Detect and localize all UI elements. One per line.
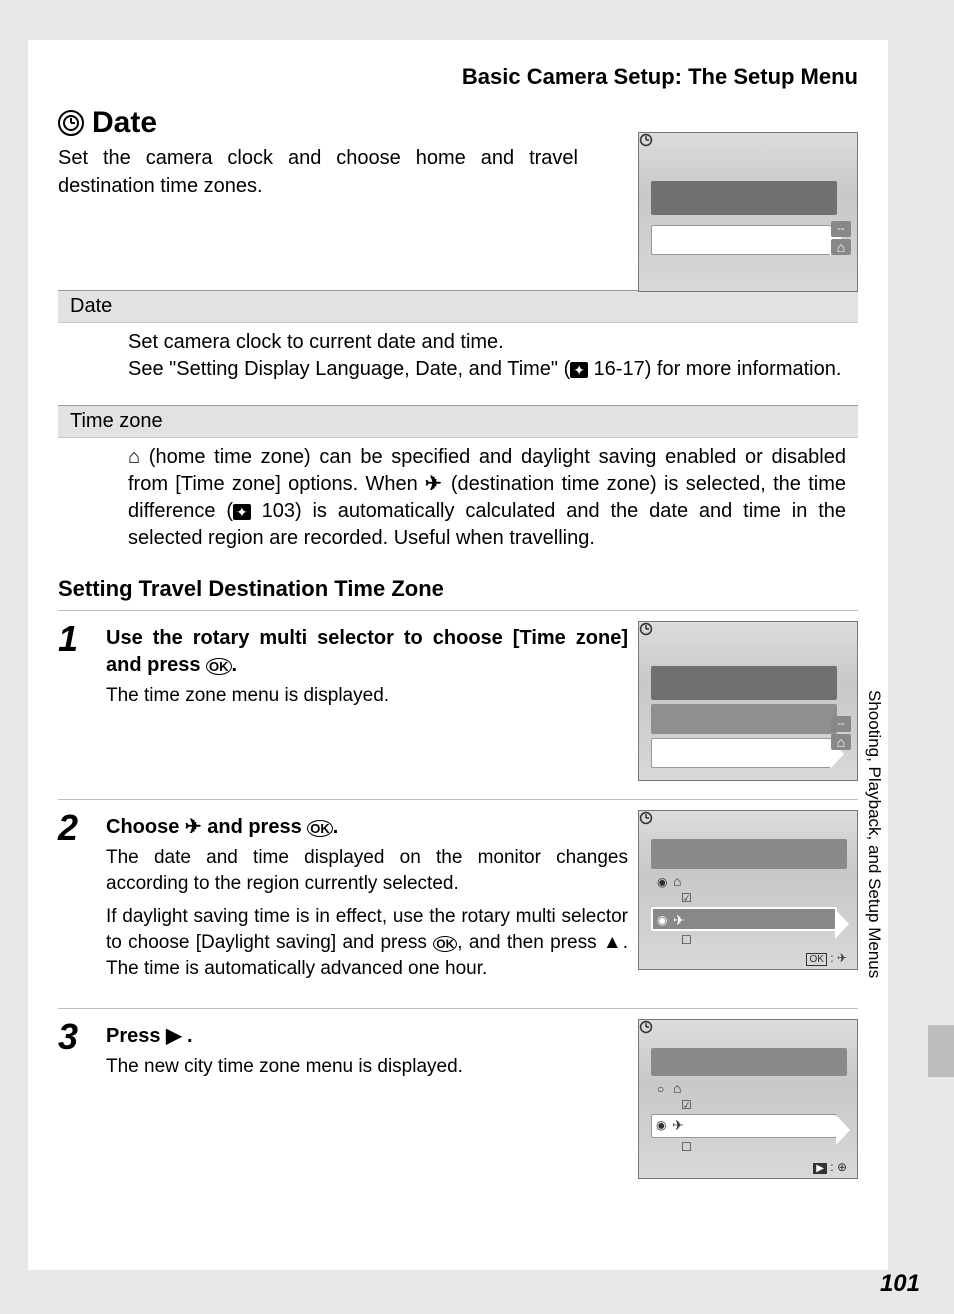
text: Press — [106, 1025, 166, 1047]
home-icon: ⌂ — [831, 734, 851, 750]
right-icon: ▶ — [166, 1025, 181, 1047]
footer-hint: OK : ✈ — [806, 951, 847, 965]
text: . — [333, 816, 339, 838]
table-row-timezone-header: Time zone — [58, 405, 858, 438]
step-3: 3 Press ▶ . The new city time zone menu … — [58, 1013, 858, 1183]
side-margin — [928, 660, 954, 1040]
divider — [58, 610, 858, 611]
date-menu-screenshot: -- ⌂ — [638, 132, 858, 292]
text: and press — [202, 816, 308, 838]
step1-screenshot: -- ⌂ — [638, 621, 858, 781]
table-row-date-body: Set camera clock to current date and tim… — [58, 323, 858, 389]
home-icon: ⌂ — [831, 239, 851, 255]
step-1: 1 Use the rotary multi selector to choos… — [58, 615, 858, 795]
divider — [58, 799, 858, 800]
radio-off-icon: ○ — [657, 1082, 664, 1096]
check-on-icon: ☑ — [681, 1098, 692, 1112]
text: . — [232, 654, 238, 676]
text: Use the rotary multi selector to choose … — [106, 627, 628, 676]
home-icon: ⌂ — [128, 446, 140, 468]
text: 16-17) for more information. — [588, 358, 841, 380]
clock-icon — [639, 812, 653, 829]
plane-icon: ✈ — [673, 912, 685, 929]
step-number: 3 — [58, 1019, 92, 1177]
clock-icon — [639, 134, 653, 151]
text: , and then press — [457, 932, 603, 953]
plane-icon: ✈ — [425, 473, 444, 495]
clock-icon — [639, 623, 653, 640]
check-off-icon: ☐ — [681, 933, 692, 947]
radio-on-icon: ◉ — [656, 1118, 666, 1132]
table-row-timezone-body: ⌂ (home time zone) can be specified and … — [58, 438, 858, 558]
footer-hint: ▶ : ⊕ — [813, 1160, 847, 1174]
check-on-icon: ☑ — [681, 891, 692, 905]
plane-icon: ✈ — [672, 1117, 684, 1134]
text: . — [181, 1025, 192, 1047]
radio-off-icon: ◉ — [657, 875, 667, 889]
clock-icon — [58, 110, 84, 136]
home-icon: ⌂ — [673, 1080, 681, 1096]
home-icon: ⌂ — [673, 873, 681, 889]
section-intro: Set the camera clock and choose home and… — [58, 144, 578, 200]
page: Basic Camera Setup: The Setup Menu Date … — [28, 40, 888, 1270]
subsection-heading: Setting Travel Destination Time Zone — [58, 576, 858, 602]
reference-icon: ✦ — [570, 362, 588, 378]
step-number: 1 — [58, 621, 92, 789]
ok-icon: OK — [433, 936, 457, 952]
reference-icon: ✦ — [233, 504, 251, 520]
page-number: 101 — [880, 1270, 920, 1298]
section-title-text: Date — [92, 106, 157, 140]
side-section-label: Shooting, Playback, and Setup Menus — [864, 690, 884, 978]
step2-screenshot: ◉ ⌂ ☑ ◉ ✈ ☐ OK : ✈ — [638, 810, 858, 970]
step-2: 2 Choose ✈ and press OK. The date and ti… — [58, 804, 858, 1004]
dashes-badge: -- — [831, 221, 851, 237]
side-index-tab — [928, 1025, 954, 1077]
ok-icon: OK — [206, 658, 232, 675]
text: Set camera clock to current date and tim… — [128, 331, 504, 353]
text: Choose — [106, 816, 185, 838]
dashes-badge: -- — [831, 716, 851, 732]
text: See "Setting Display Language, Date, and… — [128, 358, 570, 380]
check-off-icon: ☐ — [681, 1140, 692, 1154]
step-number: 2 — [58, 810, 92, 998]
running-header: Basic Camera Setup: The Setup Menu — [58, 62, 858, 100]
up-icon: ▲ — [603, 932, 623, 953]
step3-screenshot: ○ ⌂ ☑ ◉ ✈ ☐ ▶ : ⊕ — [638, 1019, 858, 1179]
ok-icon: OK — [307, 820, 333, 837]
plane-icon: ✈ — [185, 816, 202, 838]
divider — [58, 1008, 858, 1009]
radio-on-icon: ◉ — [657, 913, 667, 927]
clock-icon — [639, 1021, 653, 1038]
table-row-date-header: Date — [58, 290, 858, 323]
